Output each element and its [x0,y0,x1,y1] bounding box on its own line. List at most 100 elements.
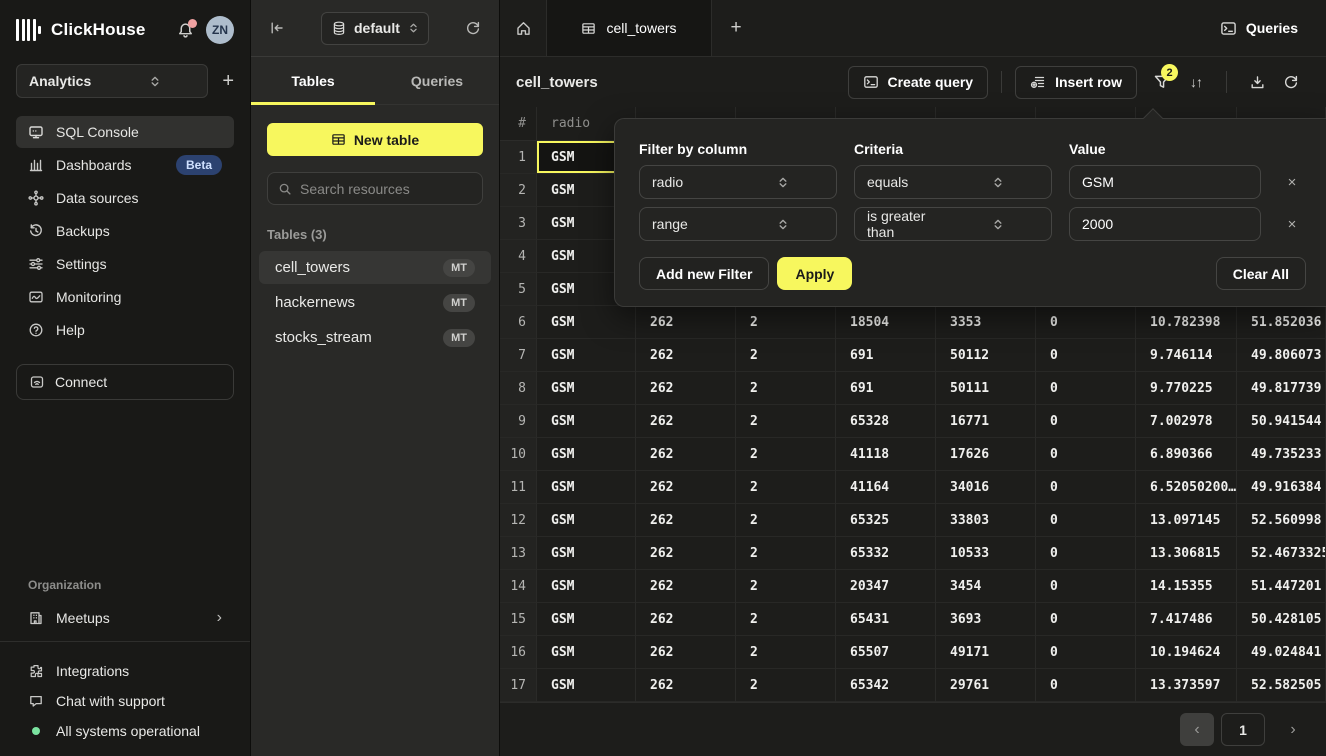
filter-column-select-0[interactable]: radio [639,165,837,199]
sidebar-item-data-sources[interactable]: Data sources [16,182,234,214]
table-cell[interactable]: 0 [1036,339,1136,372]
refresh-icon[interactable] [465,20,481,36]
current-page[interactable]: 1 [1221,713,1265,746]
table-cell[interactable]: GSM [537,372,636,405]
table-cell[interactable]: GSM [537,537,636,570]
table-cell[interactable]: GSM [537,603,636,636]
table-cell[interactable]: 52.4673325 [1237,537,1326,570]
table-cell[interactable]: 0 [1036,669,1136,702]
table-cell[interactable]: 49171 [936,636,1036,669]
table-cell[interactable]: 50111 [936,372,1036,405]
table-cell[interactable]: 34016 [936,471,1036,504]
table-cell[interactable]: 7.002978 [1136,405,1237,438]
table-cell[interactable]: 65328 [836,405,936,438]
table-cell[interactable]: 0 [1036,405,1136,438]
clear-all-button[interactable]: Clear All [1216,257,1306,290]
table-cell[interactable]: 13.373597 [1136,669,1237,702]
table-cell[interactable]: 691 [836,339,936,372]
table-cell[interactable]: 65507 [836,636,936,669]
sidebar-item-integrations[interactable]: Integrations [16,656,234,686]
table-cell[interactable]: 49.806073 [1237,339,1326,372]
table-cell[interactable]: 65431 [836,603,936,636]
table-cell[interactable]: GSM [537,339,636,372]
table-cell[interactable]: GSM [537,570,636,603]
table-cell[interactable]: 262 [636,570,736,603]
prev-page-button[interactable]: ‹ [1180,713,1214,746]
filter-button[interactable]: 2 [1145,73,1179,91]
table-cell[interactable]: 10.782398 [1136,306,1237,339]
avatar[interactable]: ZN [206,16,234,44]
table-cell[interactable]: 3353 [936,306,1036,339]
table-cell[interactable]: 14.15355 [1136,570,1237,603]
table-cell[interactable]: 20347 [836,570,936,603]
table-cell[interactable]: 65342 [836,669,936,702]
table-cell[interactable]: GSM [537,405,636,438]
filter-criteria-select-0[interactable]: equals [854,165,1052,199]
table-cell[interactable]: 50.428105 [1237,603,1326,636]
filter-value-input-0[interactable] [1069,165,1261,199]
table-cell[interactable]: 9.770225 [1136,372,1237,405]
table-cell[interactable]: 13.306815 [1136,537,1237,570]
table-cell[interactable]: 49.024841 [1237,636,1326,669]
system-status[interactable]: All systems operational [16,716,234,746]
search-box[interactable] [267,172,483,205]
filter-column-select-1[interactable]: range [639,207,837,241]
database-select[interactable]: default [321,12,429,45]
sidebar-item-chat-support[interactable]: Chat with support [16,686,234,716]
table-cell[interactable]: 0 [1036,636,1136,669]
table-cell[interactable]: 0 [1036,372,1136,405]
table-cell[interactable]: 2 [736,339,836,372]
table-cell[interactable]: 2 [736,471,836,504]
table-cell[interactable]: GSM [537,669,636,702]
table-cell[interactable]: 2 [736,636,836,669]
next-page-button[interactable]: › [1276,713,1310,746]
table-cell[interactable]: 262 [636,636,736,669]
sidebar-item-settings[interactable]: Settings [16,248,234,280]
add-new-filter-button[interactable]: Add new Filter [639,257,769,290]
search-input[interactable] [300,181,472,197]
table-cell[interactable]: 6.52050200… [1136,471,1237,504]
table-cell[interactable]: 17626 [936,438,1036,471]
table-cell[interactable]: 262 [636,537,736,570]
table-cell[interactable]: 18504 [836,306,936,339]
tab-cell-towers[interactable]: cell_towers [547,0,712,56]
filter-value-input-1[interactable] [1069,207,1261,241]
table-cell[interactable]: 10.194624 [1136,636,1237,669]
table-cell[interactable]: 691 [836,372,936,405]
remove-filter-icon[interactable]: × [1278,216,1306,233]
table-cell[interactable]: 2 [736,603,836,636]
sidebar-item-dashboards[interactable]: Dashboards Beta [16,149,234,181]
table-cell[interactable]: 7.417486 [1136,603,1237,636]
table-list-item-cell-towers[interactable]: cell_towers MT [259,251,491,284]
add-workspace-button[interactable]: + [222,71,234,91]
table-cell[interactable]: 13.097145 [1136,504,1237,537]
notifications-bell-icon[interactable] [177,22,194,39]
table-cell[interactable]: GSM [537,636,636,669]
tab-queries[interactable]: Queries [375,57,499,104]
insert-row-button[interactable]: Insert row [1015,66,1137,99]
sidebar-item-backups[interactable]: Backups [16,215,234,247]
table-cell[interactable]: 50.941544 [1237,405,1326,438]
table-cell[interactable]: 2 [736,570,836,603]
table-cell[interactable]: 65325 [836,504,936,537]
table-cell[interactable]: 9.746114 [1136,339,1237,372]
table-cell[interactable]: 41164 [836,471,936,504]
table-cell[interactable]: 0 [1036,471,1136,504]
connect-button[interactable]: Connect [16,364,234,400]
table-cell[interactable]: 49.817739 [1237,372,1326,405]
refresh-button[interactable] [1274,74,1308,90]
table-cell[interactable]: GSM [537,504,636,537]
table-list-item-stocks-stream[interactable]: stocks_stream MT [259,321,491,354]
table-cell[interactable]: 0 [1036,603,1136,636]
table-cell[interactable]: 2 [736,537,836,570]
table-cell[interactable]: 2 [736,504,836,537]
table-cell[interactable]: 262 [636,405,736,438]
table-cell[interactable]: 52.582505 [1237,669,1326,702]
table-cell[interactable]: GSM [537,306,636,339]
table-cell[interactable]: 2 [736,405,836,438]
table-cell[interactable]: GSM [537,471,636,504]
table-cell[interactable]: 52.560998 [1237,504,1326,537]
table-cell[interactable]: 0 [1036,537,1136,570]
table-cell[interactable]: 0 [1036,504,1136,537]
table-cell[interactable]: 49.735233 [1237,438,1326,471]
